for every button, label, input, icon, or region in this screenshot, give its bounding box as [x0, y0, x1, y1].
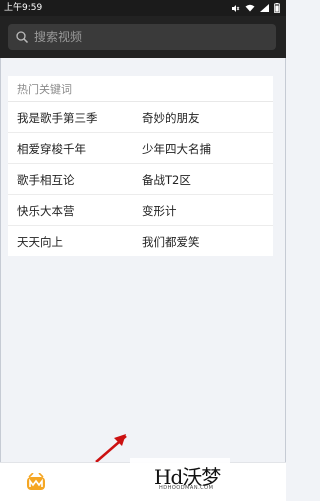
keyword-link[interactable]: 我是歌手第三季	[17, 110, 98, 126]
keyword-link[interactable]: 少年四大名捕	[142, 141, 211, 157]
keyword-row: 天天向上 我们都爱笑	[8, 226, 273, 257]
search-input[interactable]	[34, 28, 264, 46]
keyword-link[interactable]: 歌手相互论	[17, 172, 75, 188]
status-time: 上午9:59	[4, 3, 43, 13]
keyword-link[interactable]: 备战T2区	[142, 172, 191, 188]
keyword-link[interactable]: 相爱穿梭千年	[17, 141, 86, 157]
keyword-row: 我是歌手第三季 奇妙的朋友	[8, 102, 273, 133]
search-icon	[16, 31, 29, 44]
hot-keywords-card: 热门关键词 我是歌手第三季 奇妙的朋友 相爱穿梭千年 少年四大名捕 歌手相互论 …	[8, 76, 273, 256]
search-header	[0, 16, 286, 58]
home-logo-icon[interactable]	[26, 473, 46, 491]
keyword-link[interactable]: 变形计	[142, 203, 177, 219]
keyword-link[interactable]: 我们都爱笑	[142, 234, 200, 250]
keyword-row: 相爱穿梭千年 少年四大名捕	[8, 133, 273, 164]
status-icons	[231, 0, 280, 16]
keyword-row: 快乐大本营 变形计	[8, 195, 273, 226]
keyword-link[interactable]: 快乐大本营	[17, 203, 75, 219]
status-bar: 上午9:59	[0, 0, 286, 16]
watermark: Hd沃梦 HDHOODMAN.COM	[130, 458, 230, 498]
battery-icon	[274, 3, 280, 13]
signal-icon	[260, 4, 269, 12]
keyword-link[interactable]: 天天向上	[17, 234, 63, 250]
mute-icon	[232, 4, 240, 12]
keyword-row: 歌手相互论 备战T2区	[8, 164, 273, 195]
hot-keywords-title: 热门关键词	[17, 83, 72, 96]
wifi-icon	[245, 4, 255, 12]
watermark-subtext: HDHOODMAN.COM	[159, 485, 214, 491]
search-box[interactable]	[8, 24, 276, 50]
keyword-link[interactable]: 奇妙的朋友	[142, 110, 200, 126]
